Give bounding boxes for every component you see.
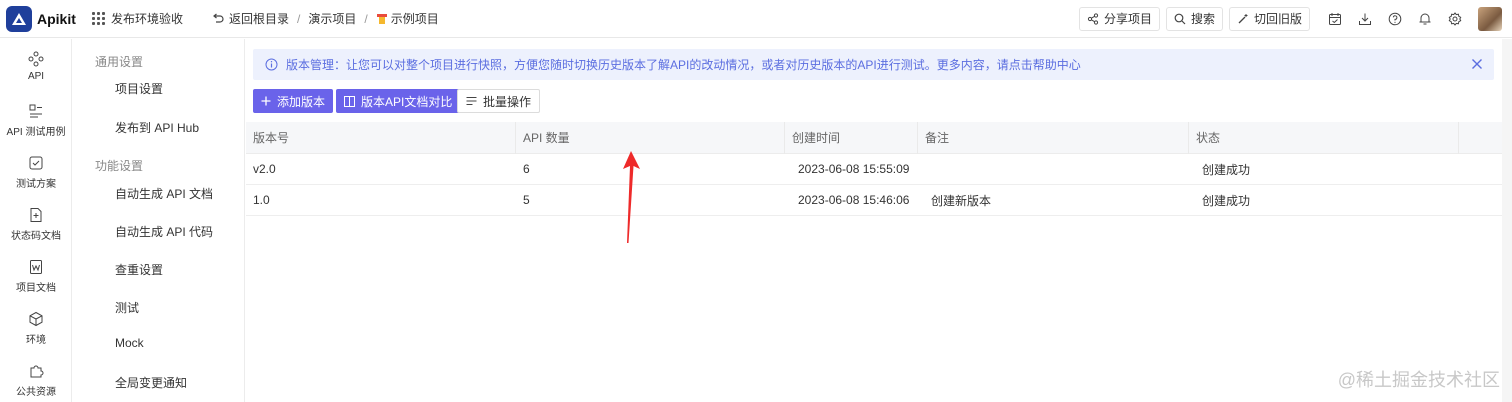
column-header-created-time[interactable]: 创建时间 — [785, 121, 918, 154]
main-content: 版本管理：让您可以对整个项目进行快照，方便您随时切换历史版本了解API的改动情况… — [246, 39, 1502, 402]
nav-item-test[interactable]: 测试 — [115, 299, 139, 316]
version-notice-banner: 版本管理：让您可以对整个项目进行快照，方便您随时切换历史版本了解API的改动情况… — [253, 49, 1494, 80]
column-header-actions — [1459, 122, 1502, 154]
logo[interactable]: Apikit — [6, 5, 86, 32]
project-icon — [376, 13, 387, 24]
nav-item-duplicate-check[interactable]: 查重设置 — [115, 261, 163, 278]
rail-item-public-resources[interactable]: 公共资源 — [0, 363, 72, 398]
annotation-arrow — [623, 151, 640, 243]
cell-version: v2.0 — [253, 162, 276, 176]
environment-icon — [29, 311, 43, 327]
list-icon — [466, 97, 477, 105]
rail-item-test-plan[interactable]: 测试方案 — [0, 155, 72, 190]
puzzle-icon — [30, 365, 44, 378]
back-to-root-link[interactable]: 返回根目录 — [211, 10, 289, 27]
search-icon — [1174, 13, 1186, 24]
column-header-api-count[interactable]: API 数量 — [516, 121, 785, 154]
breadcrumb-current-project[interactable]: 示例项目 — [376, 10, 439, 27]
version-table: 版本号 API 数量 创建时间 备注 状态 v2.0 6 2023-06-08 … — [246, 121, 1502, 216]
download-icon[interactable] — [1356, 10, 1374, 28]
rail-item-api[interactable]: API — [0, 51, 72, 82]
cell-version: 1.0 — [253, 193, 270, 207]
table-header: 版本号 API 数量 创建时间 备注 状态 — [246, 121, 1502, 154]
environment-switcher[interactable]: 发布环境验收 — [92, 10, 183, 27]
nav-item-auto-gen-code[interactable]: 自动生成 API 代码 — [115, 223, 213, 240]
info-icon — [265, 58, 278, 71]
breadcrumb-separator: / — [297, 11, 301, 26]
rail-item-api-test-case[interactable]: API 测试用例 — [0, 103, 72, 138]
section-title-feature: 功能设置 — [95, 159, 144, 173]
share-project-button[interactable]: 分享项目 — [1078, 6, 1160, 31]
column-header-version[interactable]: 版本号 — [246, 121, 516, 154]
share-icon — [1087, 12, 1099, 25]
search-button[interactable]: 搜索 — [1165, 6, 1223, 31]
nav-item-mock[interactable]: Mock — [115, 336, 144, 350]
undo-icon — [213, 13, 224, 23]
cell-created-time: 2023-06-08 15:55:09 — [798, 162, 910, 176]
app-name: Apikit — [37, 10, 76, 27]
nav-item-auto-gen-docs[interactable]: 自动生成 API 文档 — [115, 185, 213, 202]
table-row[interactable]: v2.0 6 2023-06-08 15:55:09 创建成功 — [246, 154, 1502, 185]
column-header-status[interactable]: 状态 — [1189, 121, 1459, 154]
gear-icon[interactable] — [1446, 10, 1464, 28]
close-icon[interactable] — [1470, 57, 1484, 74]
top-bar: Apikit 发布环境验收 返回根目录 / 演示项目 / 示例项目 分享项目 搜… — [0, 0, 1512, 38]
compare-columns-icon — [344, 95, 355, 107]
cell-api-count: 6 — [523, 162, 530, 176]
apikit-logo-icon — [6, 5, 32, 32]
cell-status: 创建成功 — [1202, 162, 1251, 177]
nav-item-global-change-notify[interactable]: 全局变更通知 — [115, 374, 187, 391]
test-plan-icon — [29, 156, 43, 170]
notice-text[interactable]: 版本管理：让您可以对整个项目进行快照，方便您随时切换历史版本了解API的改动情况… — [286, 56, 1081, 73]
nav-item-project-settings[interactable]: 项目设置 — [115, 80, 163, 97]
calendar-icon[interactable] — [1326, 10, 1344, 28]
section-title-general: 通用设置 — [95, 55, 144, 69]
settings-nav: 通用设置 项目设置 发布到 API Hub 功能设置 自动生成 API 文档 自… — [73, 39, 245, 402]
test-case-icon — [29, 104, 42, 118]
cell-status: 创建成功 — [1202, 193, 1251, 208]
help-icon[interactable] — [1386, 10, 1404, 28]
left-rail: API API 测试用例 测试方案 状态码文档 项目文档 环境 公共资源 — [0, 39, 72, 402]
cell-created-time: 2023-06-08 15:46:06 — [798, 193, 910, 207]
rail-item-environment[interactable]: 环境 — [0, 311, 72, 346]
api-icon — [28, 51, 44, 67]
nav-item-publish-api-hub[interactable]: 发布到 API Hub — [115, 119, 199, 136]
vertical-scrollbar[interactable] — [1502, 39, 1512, 402]
breadcrumb-project-group[interactable]: 演示项目 — [308, 10, 356, 27]
table-row[interactable]: 1.0 5 2023-06-08 15:46:06 创建新版本 创建成功 — [246, 185, 1502, 216]
batch-operation-button[interactable]: 批量操作 — [457, 89, 541, 113]
watermark-text: @稀土掘金技术社区 — [1337, 370, 1500, 390]
compare-api-docs-button[interactable]: 版本API文档对比 — [336, 89, 461, 113]
magic-wand-icon — [1238, 13, 1248, 23]
status-code-icon — [30, 208, 42, 222]
rail-item-status-code[interactable]: 状态码文档 — [0, 207, 72, 242]
cell-remark: 创建新版本 — [931, 193, 992, 208]
switch-old-version-button[interactable]: 切回旧版 — [1228, 6, 1310, 31]
bell-icon[interactable] — [1416, 10, 1434, 28]
cell-api-count: 5 — [523, 193, 530, 207]
environment-label: 发布环境验收 — [111, 12, 184, 26]
column-header-remark[interactable]: 备注 — [918, 121, 1189, 154]
word-doc-icon — [30, 260, 42, 274]
breadcrumb-separator: / — [364, 11, 368, 26]
plus-icon — [261, 96, 271, 106]
grid-dots-icon — [92, 12, 105, 25]
add-version-button[interactable]: 添加版本 — [253, 89, 334, 113]
rail-item-project-docs[interactable]: 项目文档 — [0, 259, 72, 294]
avatar[interactable] — [1478, 6, 1502, 31]
